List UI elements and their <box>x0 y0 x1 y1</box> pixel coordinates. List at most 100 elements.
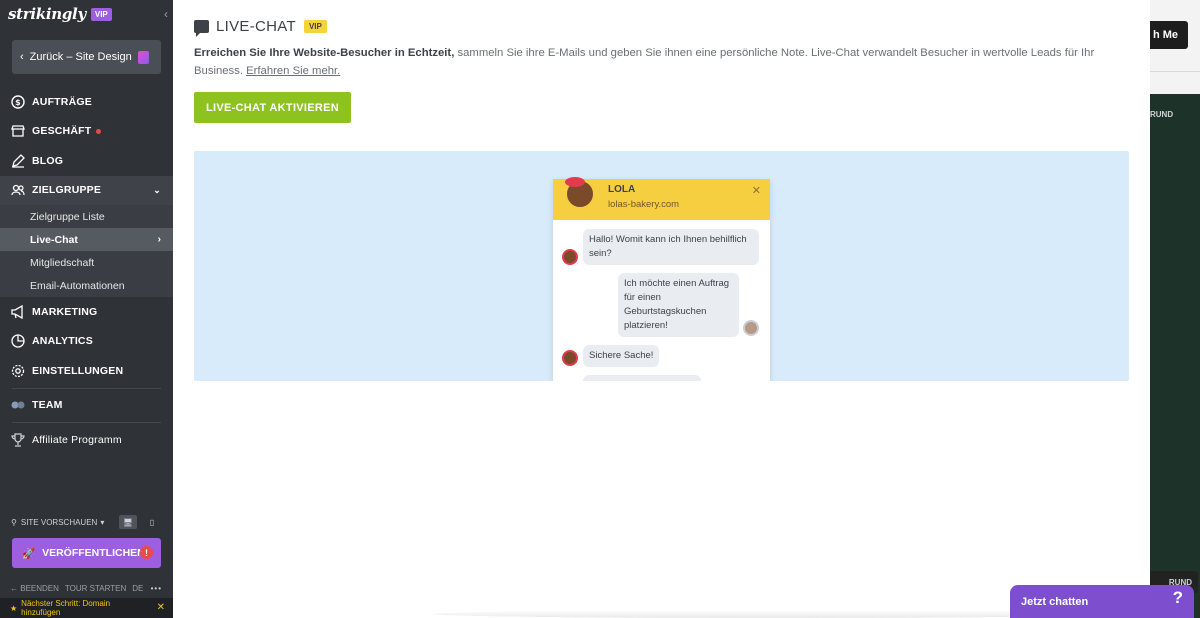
device-toggle: 🖥 ▯ <box>119 515 161 529</box>
sidebar-item-label: ZIELGRUPPE <box>32 184 102 197</box>
sidebar-item-label: MARKETING <box>32 305 98 318</box>
sidebar-item-label: Affiliate Programm <box>32 433 122 446</box>
next-step-text: Nächster Schritt: Domain hinzufügen <box>21 599 111 617</box>
chat-header: LOLA lolas-bakery.com ✕ <box>553 177 770 220</box>
language-switch[interactable]: DE <box>132 584 143 593</box>
sidebar-item-auftraege[interactable]: $ AUFTRÄGE <box>0 87 173 117</box>
avatar <box>743 320 759 336</box>
page-title: LIVE-CHAT <box>216 18 296 35</box>
back-to-site-design-button[interactable]: ‹ Zurück – Site Design <box>12 40 161 74</box>
audience-icon <box>11 183 25 197</box>
chat-site: lolas-bakery.com <box>608 199 680 210</box>
sidebar-subitem-zielgruppe-liste[interactable]: Zielgruppe Liste <box>0 205 173 228</box>
logo: strikingly <box>8 5 86 23</box>
activate-live-chat-button[interactable]: LIVE-CHAT AKTIVIEREN <box>194 92 351 123</box>
close-icon: ✕ <box>751 185 761 197</box>
trophy-icon <box>11 433 25 447</box>
chevron-left-icon: ‹ <box>20 51 24 63</box>
sidebar-item-label: GESCHÄFT <box>32 125 92 138</box>
pen-icon <box>11 153 25 168</box>
chat-message: Hallo! Womit kann ich Ihnen behilflich s… <box>583 229 759 265</box>
rocket-icon: 🚀 <box>22 547 36 560</box>
chevron-right-icon: › <box>157 234 161 245</box>
panel-description: Erreichen Sie Ihre Website-Besucher in E… <box>194 44 1124 80</box>
sidebar-divider <box>12 387 161 389</box>
mobile-icon[interactable]: ▯ <box>143 515 161 529</box>
learn-more-link[interactable]: Erfahren Sie mehr. <box>246 65 340 77</box>
megaphone-icon <box>11 304 25 319</box>
sidebar-item-marketing[interactable]: MARKETING <box>0 297 173 327</box>
exit-label: BEENDEN <box>20 584 59 593</box>
arrow-left-icon: ← <box>10 584 18 593</box>
sidebar-item-einstellungen[interactable]: EINSTELLUNGEN <box>0 356 173 386</box>
description-bold: Erreichen Sie Ihre Website-Besucher in E… <box>194 47 455 59</box>
sidebar-footer: ← BEENDEN TOUR STARTEN DE ••• <box>10 584 162 593</box>
exit-link[interactable]: ← BEENDEN <box>10 584 59 593</box>
warning-icon: ! <box>140 546 153 559</box>
collapse-sidebar-icon[interactable]: ‹ <box>164 7 168 21</box>
sidebar-item-team[interactable]: TEAM <box>0 391 173 421</box>
chevron-down-icon: ⌄ <box>153 184 161 195</box>
site-cta-label: h Me <box>1152 29 1178 41</box>
chat-widget-label: Jetzt chatten <box>1021 595 1089 608</box>
design-icon <box>137 50 149 64</box>
help-icon: ? <box>1172 588 1183 607</box>
sidebar-subitem-email-automationen[interactable]: Email-Automationen <box>0 274 173 297</box>
desktop-icon[interactable]: 🖥 <box>119 515 137 529</box>
close-icon[interactable]: ✕ <box>157 603 165 613</box>
live-chat-panel: LIVE-CHAT VIP Erreichen Sie Ihre Website… <box>173 0 1150 618</box>
sidebar-item-label: AUFTRÄGE <box>32 95 92 108</box>
chat-widget-button[interactable]: Jetzt chatten ? <box>1010 585 1194 618</box>
pie-chart-icon <box>11 334 25 348</box>
chat-message <box>583 375 701 381</box>
chat-agent-name: LOLA <box>608 184 636 195</box>
sidebar-item-label: EINSTELLUNGEN <box>32 364 124 377</box>
gear-icon <box>11 364 25 378</box>
chat-message: Sichere Sache! <box>583 345 660 367</box>
chat-preview-area: LOLA lolas-bakery.com ✕ Hallo! Womit kan… <box>194 151 1129 381</box>
avatar <box>562 350 578 366</box>
sidebar-item-label: TEAM <box>32 399 63 412</box>
panel-header: LIVE-CHAT VIP <box>194 18 327 37</box>
vip-tag: VIP <box>303 20 327 33</box>
sidebar-subitem-mitgliedschaft[interactable]: Mitgliedschaft <box>0 251 173 274</box>
publish-label: VERÖFFENTLICHEN <box>42 547 145 559</box>
sidebar-item-label: ANALYTICS <box>32 335 93 348</box>
team-icon <box>11 398 25 412</box>
dropdown-caret-icon: ▾ <box>100 517 105 527</box>
sidebar: strikingly VIP ‹ ‹ Zurück – Site Design … <box>0 0 173 618</box>
sidebar-item-label: BLOG <box>32 154 64 167</box>
publish-button[interactable]: 🚀 VERÖFFENTLICHEN ! <box>12 538 161 568</box>
subitem-label: Email-Automationen <box>30 279 125 292</box>
notification-dot <box>96 128 102 134</box>
sidebar-nav: $ AUFTRÄGE GESCHÄFT BLOG ZIELGRUPPE ⌄ Zi… <box>0 87 173 455</box>
zielgruppe-submenu: Zielgruppe Liste Live-Chat › Mitgliedscha… <box>0 205 173 297</box>
sidebar-item-blog[interactable]: BLOG <box>0 146 173 176</box>
subitem-label: Live-Chat <box>30 233 78 246</box>
sidebar-item-zielgruppe[interactable]: ZIELGRUPPE ⌄ <box>0 175 173 205</box>
subitem-label: Zielgruppe Liste <box>30 210 105 223</box>
sidebar-subitem-live-chat[interactable]: Live-Chat › <box>0 228 173 251</box>
avatar <box>565 177 595 209</box>
more-icon[interactable]: ••• <box>151 584 162 593</box>
chat-bubble-icon <box>194 20 209 37</box>
site-preview-row: ⚲ SITE VORSCHAUEN ▾ 🖥 ▯ <box>11 515 161 529</box>
avatar <box>562 249 578 265</box>
sidebar-divider <box>12 422 161 423</box>
site-preview-dropdown[interactable]: SITE VORSCHAUEN <box>21 518 97 527</box>
store-icon <box>11 124 25 138</box>
chat-message: Ich möchte einen Auftrag für einen Gebur… <box>618 273 739 337</box>
tour-link[interactable]: TOUR STARTEN <box>65 584 126 593</box>
background-label-text: RUND <box>1150 109 1174 119</box>
svg-text:$: $ <box>15 98 21 107</box>
star-icon: ★ <box>10 603 18 613</box>
search-icon: ⚲ <box>11 517 17 527</box>
sidebar-item-analytics[interactable]: ANALYTICS <box>0 327 173 357</box>
site-divider <box>1150 71 1200 72</box>
sidebar-item-geschaeft[interactable]: GESCHÄFT <box>0 117 173 147</box>
next-step-banner[interactable]: ★ Nächster Schritt: Domain hinzufügen ✕ <box>0 598 173 618</box>
sidebar-item-affiliate[interactable]: Affiliate Programm <box>0 425 173 455</box>
background-edit-label-top[interactable]: RUND <box>1150 106 1200 122</box>
subitem-label: Mitgliedschaft <box>30 256 95 269</box>
logo-row: strikingly VIP <box>0 0 173 28</box>
